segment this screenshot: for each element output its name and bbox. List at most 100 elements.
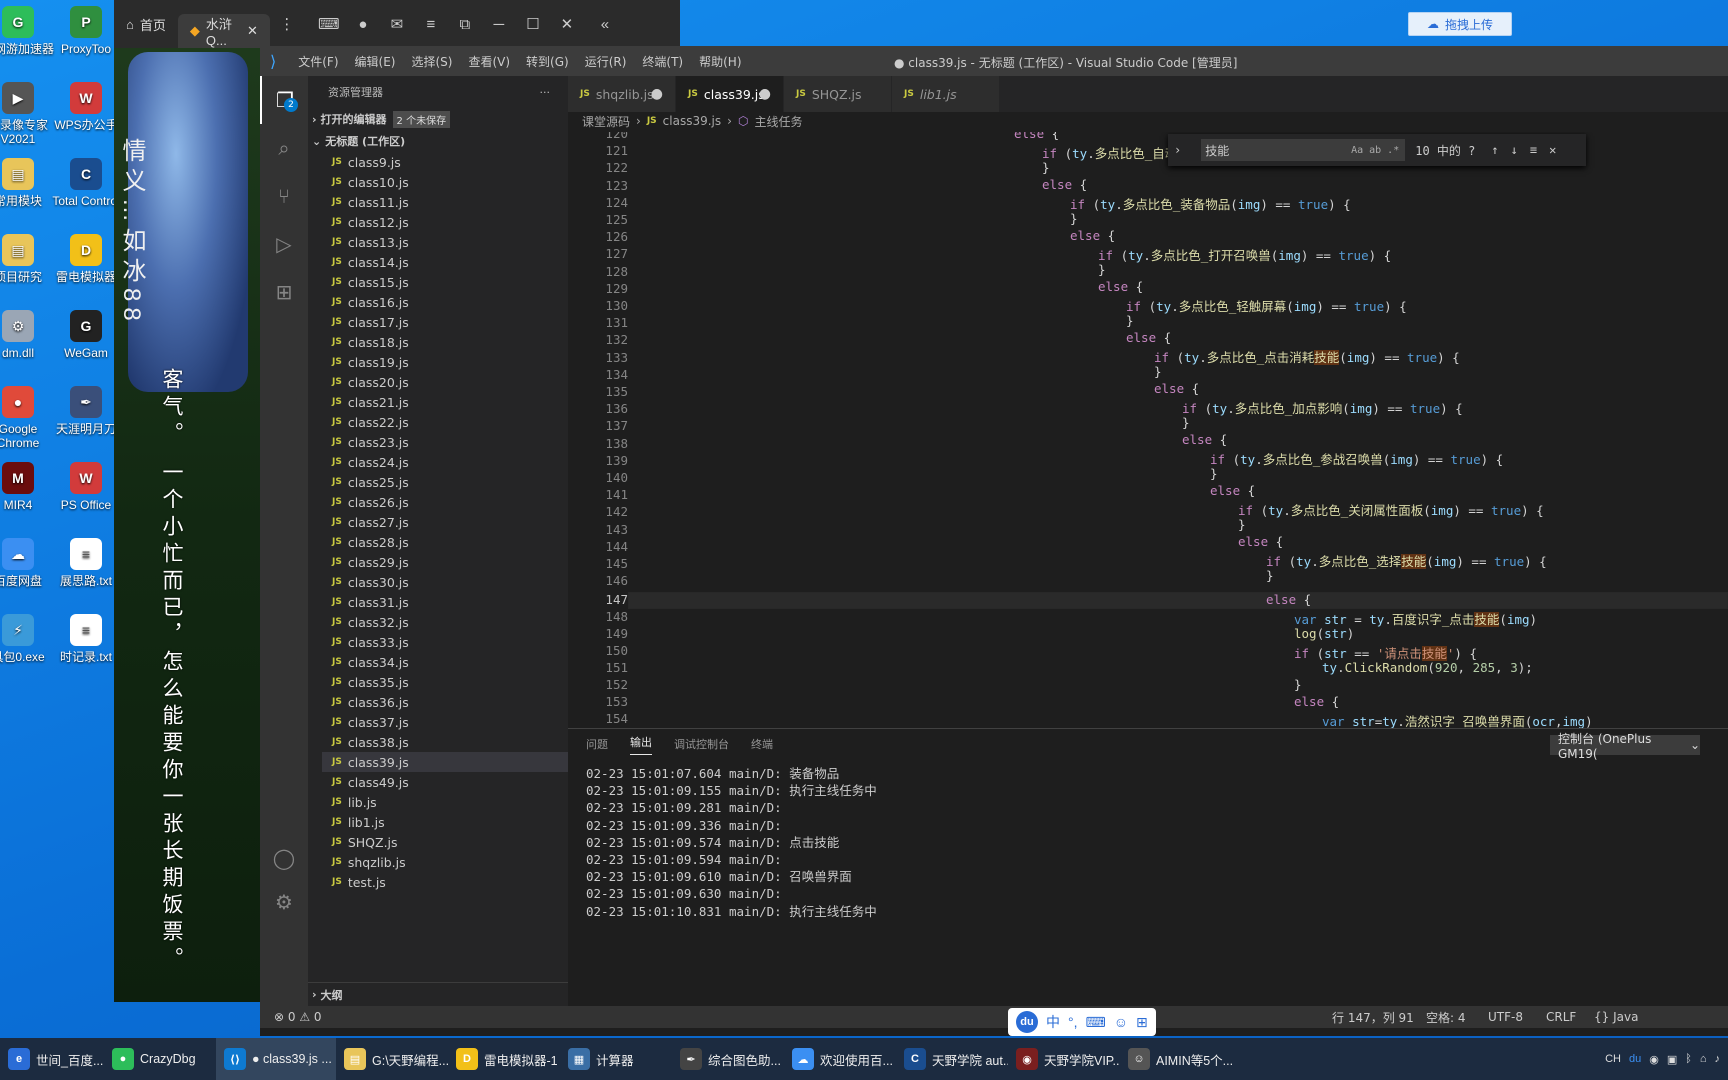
file-item[interactable]: JS class26.js <box>322 492 568 512</box>
desktop-icon[interactable]: G WeGam <box>48 310 124 360</box>
file-item[interactable]: JS shqzlib.js <box>322 852 568 872</box>
language-mode[interactable]: {} Java <box>1594 1010 1638 1024</box>
taskbar-item[interactable]: ☁ 欢迎使用百... <box>784 1038 896 1080</box>
desktop-icon[interactable]: W PS Office <box>48 462 124 512</box>
taskbar-item[interactable]: C 天野学院 aut... <box>896 1038 1008 1080</box>
panel-tab[interactable]: 调试控制台 <box>674 736 729 752</box>
desktop-icon[interactable]: ≡ 时记录.txt <box>48 614 124 664</box>
menu-item[interactable]: 选择(S) <box>403 53 460 70</box>
more-actions-icon[interactable]: ··· <box>540 86 551 99</box>
menu-icon[interactable]: ≡ <box>414 16 448 33</box>
close-icon[interactable]: ✕ <box>1549 143 1556 157</box>
unsaved-dot-icon[interactable]: ● <box>759 86 771 102</box>
taskbar-item[interactable]: D 雷电模拟器-1 <box>448 1038 560 1080</box>
network-icon[interactable]: ⌂ <box>1700 1053 1707 1065</box>
output-log[interactable]: 02-23 15:01:07.604 main/D: 装备物品 02-23 15:… <box>586 765 877 920</box>
file-item[interactable]: JS class36.js <box>322 692 568 712</box>
desktop-icon[interactable]: P ProxyToo <box>48 6 124 56</box>
lang-indicator[interactable]: CH <box>1605 1053 1621 1065</box>
file-item[interactable]: JS class21.js <box>322 392 568 412</box>
file-item[interactable]: JS test.js <box>322 872 568 892</box>
file-item[interactable]: JS class31.js <box>322 592 568 612</box>
mail-icon[interactable]: ✉ <box>380 15 414 33</box>
file-item[interactable]: JS class49.js <box>322 772 568 792</box>
menu-item[interactable]: 运行(R) <box>577 53 635 70</box>
outline-section[interactable]: › 大纲 <box>308 982 568 1006</box>
file-item[interactable]: JS class32.js <box>322 612 568 632</box>
taskbar-item[interactable]: ◉ 天野学院VIP... <box>1008 1038 1120 1080</box>
taskbar-item[interactable]: ▦ 计算器 <box>560 1038 672 1080</box>
file-item[interactable]: JS class9.js <box>322 152 568 172</box>
editor-tab[interactable]: JS class39.js ● <box>676 76 784 112</box>
editor-tab[interactable]: JS SHQZ.js <box>784 76 892 112</box>
file-item[interactable]: JS class19.js <box>322 352 568 372</box>
more-icon[interactable]: ⋮ <box>270 15 304 33</box>
breadcrumb-item[interactable]: class39.js <box>663 114 721 128</box>
find-input[interactable]: 技能 Aa ab .* <box>1201 139 1406 161</box>
explorer-icon[interactable]: ❐2 <box>260 76 308 124</box>
restore-icon[interactable]: ⧉ <box>448 16 482 33</box>
file-item[interactable]: JS class14.js <box>322 252 568 272</box>
search-icon[interactable]: ⌕ <box>260 124 308 172</box>
cursor-position[interactable]: 行 147，列 91 <box>1332 1009 1414 1026</box>
arrow-up-icon[interactable]: ↑ <box>1491 143 1498 157</box>
output-channel-select[interactable]: 控制台 (OnePlus GM19(⌄ <box>1550 732 1700 761</box>
menu-item[interactable]: 帮助(H) <box>691 53 749 70</box>
tab-active[interactable]: ◆ 水浒Q... ✕ <box>177 14 270 48</box>
keyboard-icon[interactable]: ⌨ <box>1086 1014 1106 1031</box>
chevron-right-icon[interactable]: › <box>1174 143 1181 157</box>
user-icon[interactable]: ☺ <box>1114 1014 1128 1030</box>
panel-tab[interactable]: 终端 <box>751 736 773 752</box>
maximize-icon[interactable]: ☐ <box>516 15 550 33</box>
tab-home[interactable]: ⌂ 首页 <box>114 7 178 41</box>
desktop-icon[interactable]: D 雷电模拟器 <box>48 234 124 284</box>
file-item[interactable]: JS class13.js <box>322 232 568 252</box>
file-item[interactable]: JS class28.js <box>322 532 568 552</box>
upload-button[interactable]: ☁ 拖拽上传 <box>1408 12 1512 36</box>
desktop-icon[interactable]: W WPS办公手 <box>48 82 124 132</box>
editor-tab[interactable]: JS lib1.js <box>892 76 1000 112</box>
menu-item[interactable]: 查看(V) <box>460 53 518 70</box>
file-item[interactable]: JS class22.js <box>322 412 568 432</box>
taskbar-item[interactable]: ▤ G:\天野编程... <box>336 1038 448 1080</box>
taskbar-item[interactable]: ✒ 综合图色助... <box>672 1038 784 1080</box>
tray-icon[interactable]: ◉ <box>1649 1053 1659 1066</box>
code-editor[interactable]: 120 121 122 123 124 125 126 127 128 129 130 131 132 1… <box>568 132 1728 728</box>
file-item[interactable]: JS class16.js <box>322 292 568 312</box>
desktop-icon[interactable]: ✒ 天涯明月刀 <box>48 386 124 436</box>
encoding[interactable]: UTF-8 <box>1488 1010 1523 1024</box>
indentation[interactable]: 空格: 4 <box>1426 1009 1466 1026</box>
file-item[interactable]: JS class12.js <box>322 212 568 232</box>
user-icon[interactable]: ● <box>346 16 380 33</box>
file-item[interactable]: JS class38.js <box>322 732 568 752</box>
file-item[interactable]: JS class25.js <box>322 472 568 492</box>
minimize-icon[interactable]: ─ <box>482 16 516 33</box>
taskbar-item[interactable]: ☺ AIMIN等5个... <box>1120 1038 1232 1080</box>
unsaved-dot-icon[interactable]: ● <box>651 86 663 102</box>
file-item[interactable]: JS class24.js <box>322 452 568 472</box>
taskbar-item[interactable]: ⟨⟩ ● class39.js ... <box>216 1038 336 1080</box>
source-control-icon[interactable]: ⑂ <box>260 172 308 220</box>
settings-gear-icon[interactable]: ⚙ <box>260 878 308 926</box>
file-item[interactable]: JS class20.js <box>322 372 568 392</box>
file-item[interactable]: JS class33.js <box>322 632 568 652</box>
close-icon[interactable]: ✕ <box>247 23 258 39</box>
close-window-icon[interactable]: ✕ <box>550 15 584 33</box>
menu-item[interactable]: 终端(T) <box>634 53 691 70</box>
menu-item[interactable]: 文件(F) <box>290 53 346 70</box>
taskbar-item[interactable]: ● CrazyDbg <box>104 1038 216 1080</box>
workspace-section[interactable]: ⌄ 无标题 (工作区) <box>308 130 568 152</box>
ime-mode-toggle[interactable]: 中 <box>1046 1012 1060 1032</box>
file-item[interactable]: JS class17.js <box>322 312 568 332</box>
breadcrumb-item[interactable]: 主线任务 <box>754 113 802 130</box>
desktop-icon[interactable]: C Total Control <box>48 158 124 208</box>
run-debug-icon[interactable]: ▷ <box>260 220 308 268</box>
file-item[interactable]: JS class18.js <box>322 332 568 352</box>
baidu-tray-icon[interactable]: du <box>1629 1053 1641 1065</box>
file-item[interactable]: JS class11.js <box>322 192 568 212</box>
panel-tab[interactable]: 问题 <box>586 736 608 752</box>
ime-punct-toggle[interactable]: °, <box>1068 1014 1078 1030</box>
file-item[interactable]: JS class29.js <box>322 552 568 572</box>
account-icon[interactable]: ◯ <box>260 834 308 882</box>
panel-tab[interactable]: 输出 <box>630 734 652 755</box>
